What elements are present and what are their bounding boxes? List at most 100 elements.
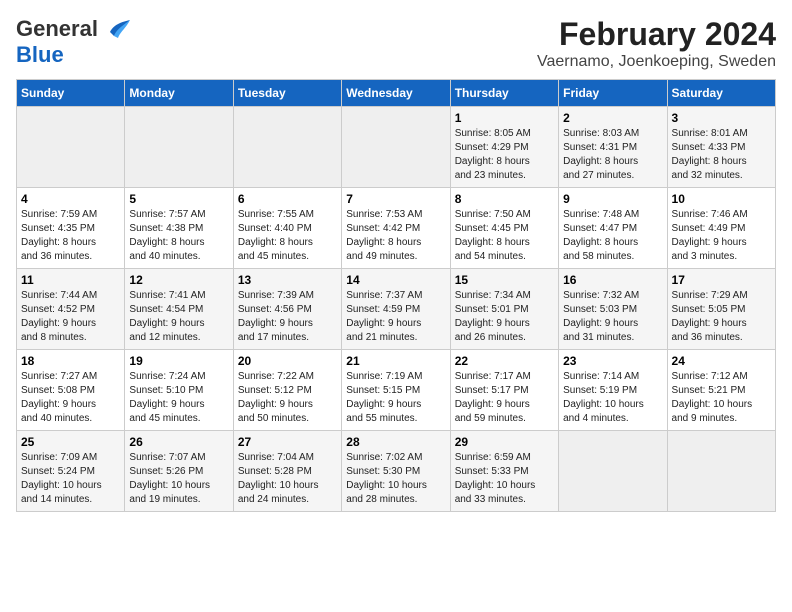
calendar-cell: 20Sunrise: 7:22 AM Sunset: 5:12 PM Dayli… (233, 350, 341, 431)
calendar-cell: 19Sunrise: 7:24 AM Sunset: 5:10 PM Dayli… (125, 350, 233, 431)
day-info: Sunrise: 7:48 AM Sunset: 4:47 PM Dayligh… (563, 209, 639, 262)
day-info: Sunrise: 7:59 AM Sunset: 4:35 PM Dayligh… (21, 209, 97, 262)
day-info: Sunrise: 8:03 AM Sunset: 4:31 PM Dayligh… (563, 128, 639, 181)
day-info: Sunrise: 7:14 AM Sunset: 5:19 PM Dayligh… (563, 371, 644, 424)
calendar-header-row: Sunday Monday Tuesday Wednesday Thursday… (17, 80, 776, 107)
day-number: 25 (21, 435, 120, 449)
day-number: 17 (672, 273, 771, 287)
day-info: Sunrise: 6:59 AM Sunset: 5:33 PM Dayligh… (455, 452, 536, 505)
day-info: Sunrise: 7:27 AM Sunset: 5:08 PM Dayligh… (21, 371, 97, 424)
calendar-cell: 8 Sunrise: 7:50 AM Sunset: 4:45 PM Daylig… (450, 188, 558, 269)
calendar-cell: 15 Sunrise: 7:34 AM Sunset: 5:01 PM Dayli… (450, 269, 558, 350)
day-number: 21 (346, 354, 445, 368)
calendar-cell: 23 Sunrise: 7:14 AM Sunset: 5:19 PM Dayli… (559, 350, 667, 431)
day-number: 11 (21, 273, 120, 287)
logo-general-text: General (16, 16, 98, 42)
col-sunday: Sunday (17, 80, 125, 107)
day-info: Sunrise: 7:46 AM Sunset: 4:49 PM Dayligh… (672, 209, 748, 262)
day-number: 23 (563, 354, 662, 368)
day-info: Sunrise: 7:12 AM Sunset: 5:21 PM Dayligh… (672, 371, 753, 424)
calendar-week-row: 25 Sunrise: 7:09 AM Sunset: 5:24 PM Dayli… (17, 431, 776, 512)
day-info: Sunrise: 7:57 AM Sunset: 4:38 PM Dayligh… (129, 209, 205, 262)
day-info: Sunrise: 7:19 AM Sunset: 5:15 PM Dayligh… (346, 371, 422, 424)
day-number: 27 (238, 435, 337, 449)
calendar-cell: 5 Sunrise: 7:57 AM Sunset: 4:38 PM Daylig… (125, 188, 233, 269)
calendar-cell: 28Sunrise: 7:02 AM Sunset: 5:30 PM Dayli… (342, 431, 450, 512)
day-number: 24 (672, 354, 771, 368)
day-number: 5 (129, 192, 228, 206)
calendar-cell: 17 Sunrise: 7:29 AM Sunset: 5:05 PM Dayli… (667, 269, 775, 350)
calendar-cell (233, 107, 341, 188)
calendar-cell: 27 Sunrise: 7:04 AM Sunset: 5:28 PM Dayli… (233, 431, 341, 512)
day-info: Sunrise: 7:09 AM Sunset: 5:24 PM Dayligh… (21, 452, 102, 505)
day-number: 8 (455, 192, 554, 206)
calendar-cell: 24 Sunrise: 7:12 AM Sunset: 5:21 PM Dayli… (667, 350, 775, 431)
calendar-cell (342, 107, 450, 188)
day-info: Sunrise: 7:39 AM Sunset: 4:56 PM Dayligh… (238, 290, 314, 343)
day-info: Sunrise: 7:37 AM Sunset: 4:59 PM Dayligh… (346, 290, 422, 343)
day-info: Sunrise: 7:41 AM Sunset: 4:54 PM Dayligh… (129, 290, 205, 343)
col-monday: Monday (125, 80, 233, 107)
day-info: Sunrise: 7:24 AM Sunset: 5:10 PM Dayligh… (129, 371, 205, 424)
calendar-cell: 9 Sunrise: 7:48 AM Sunset: 4:47 PM Daylig… (559, 188, 667, 269)
logo-bird-icon (100, 18, 132, 40)
day-number: 26 (129, 435, 228, 449)
calendar-cell (17, 107, 125, 188)
day-number: 20 (238, 354, 337, 368)
day-number: 1 (455, 111, 554, 125)
col-friday: Friday (559, 80, 667, 107)
calendar-cell: 12 Sunrise: 7:41 AM Sunset: 4:54 PM Dayli… (125, 269, 233, 350)
day-info: Sunrise: 7:34 AM Sunset: 5:01 PM Dayligh… (455, 290, 531, 343)
day-number: 9 (563, 192, 662, 206)
calendar-week-row: 4 Sunrise: 7:59 AM Sunset: 4:35 PM Daylig… (17, 188, 776, 269)
col-saturday: Saturday (667, 80, 775, 107)
day-number: 22 (455, 354, 554, 368)
page-header: General Blue February 2024 Vaernamo, Joe… (16, 16, 776, 71)
calendar-cell: 4 Sunrise: 7:59 AM Sunset: 4:35 PM Daylig… (17, 188, 125, 269)
day-number: 14 (346, 273, 445, 287)
calendar-week-row: 18Sunrise: 7:27 AM Sunset: 5:08 PM Dayli… (17, 350, 776, 431)
day-info: Sunrise: 7:55 AM Sunset: 4:40 PM Dayligh… (238, 209, 314, 262)
day-number: 10 (672, 192, 771, 206)
calendar-cell: 29 Sunrise: 6:59 AM Sunset: 5:33 PM Dayli… (450, 431, 558, 512)
day-info: Sunrise: 8:01 AM Sunset: 4:33 PM Dayligh… (672, 128, 748, 181)
day-number: 3 (672, 111, 771, 125)
day-number: 2 (563, 111, 662, 125)
day-info: Sunrise: 7:04 AM Sunset: 5:28 PM Dayligh… (238, 452, 319, 505)
calendar-cell: 16Sunrise: 7:32 AM Sunset: 5:03 PM Dayli… (559, 269, 667, 350)
calendar-cell: 3 Sunrise: 8:01 AM Sunset: 4:33 PM Daylig… (667, 107, 775, 188)
day-number: 6 (238, 192, 337, 206)
calendar-cell: 10 Sunrise: 7:46 AM Sunset: 4:49 PM Dayli… (667, 188, 775, 269)
page-title: February 2024 (537, 16, 776, 53)
day-number: 4 (21, 192, 120, 206)
col-wednesday: Wednesday (342, 80, 450, 107)
day-number: 13 (238, 273, 337, 287)
day-number: 16 (563, 273, 662, 287)
day-info: Sunrise: 8:05 AM Sunset: 4:29 PM Dayligh… (455, 128, 531, 181)
day-number: 15 (455, 273, 554, 287)
calendar-cell: 26 Sunrise: 7:07 AM Sunset: 5:26 PM Dayli… (125, 431, 233, 512)
day-number: 29 (455, 435, 554, 449)
calendar-cell: 18Sunrise: 7:27 AM Sunset: 5:08 PM Dayli… (17, 350, 125, 431)
day-info: Sunrise: 7:50 AM Sunset: 4:45 PM Dayligh… (455, 209, 531, 262)
calendar-cell: 22Sunrise: 7:17 AM Sunset: 5:17 PM Dayli… (450, 350, 558, 431)
logo: General Blue (16, 16, 132, 68)
calendar-cell (559, 431, 667, 512)
day-info: Sunrise: 7:07 AM Sunset: 5:26 PM Dayligh… (129, 452, 210, 505)
calendar-week-row: 1 Sunrise: 8:05 AM Sunset: 4:29 PM Daylig… (17, 107, 776, 188)
calendar-table: Sunday Monday Tuesday Wednesday Thursday… (16, 79, 776, 512)
calendar-cell: 11 Sunrise: 7:44 AM Sunset: 4:52 PM Dayli… (17, 269, 125, 350)
calendar-cell: 1 Sunrise: 8:05 AM Sunset: 4:29 PM Daylig… (450, 107, 558, 188)
calendar-cell (667, 431, 775, 512)
calendar-cell: 14 Sunrise: 7:37 AM Sunset: 4:59 PM Dayli… (342, 269, 450, 350)
day-info: Sunrise: 7:02 AM Sunset: 5:30 PM Dayligh… (346, 452, 427, 505)
calendar-cell (125, 107, 233, 188)
day-info: Sunrise: 7:44 AM Sunset: 4:52 PM Dayligh… (21, 290, 97, 343)
page-subtitle: Vaernamo, Joenkoeping, Sweden (537, 53, 776, 71)
day-info: Sunrise: 7:53 AM Sunset: 4:42 PM Dayligh… (346, 209, 422, 262)
day-number: 12 (129, 273, 228, 287)
col-thursday: Thursday (450, 80, 558, 107)
day-info: Sunrise: 7:29 AM Sunset: 5:05 PM Dayligh… (672, 290, 748, 343)
day-number: 7 (346, 192, 445, 206)
logo-blue-text: Blue (16, 42, 64, 67)
